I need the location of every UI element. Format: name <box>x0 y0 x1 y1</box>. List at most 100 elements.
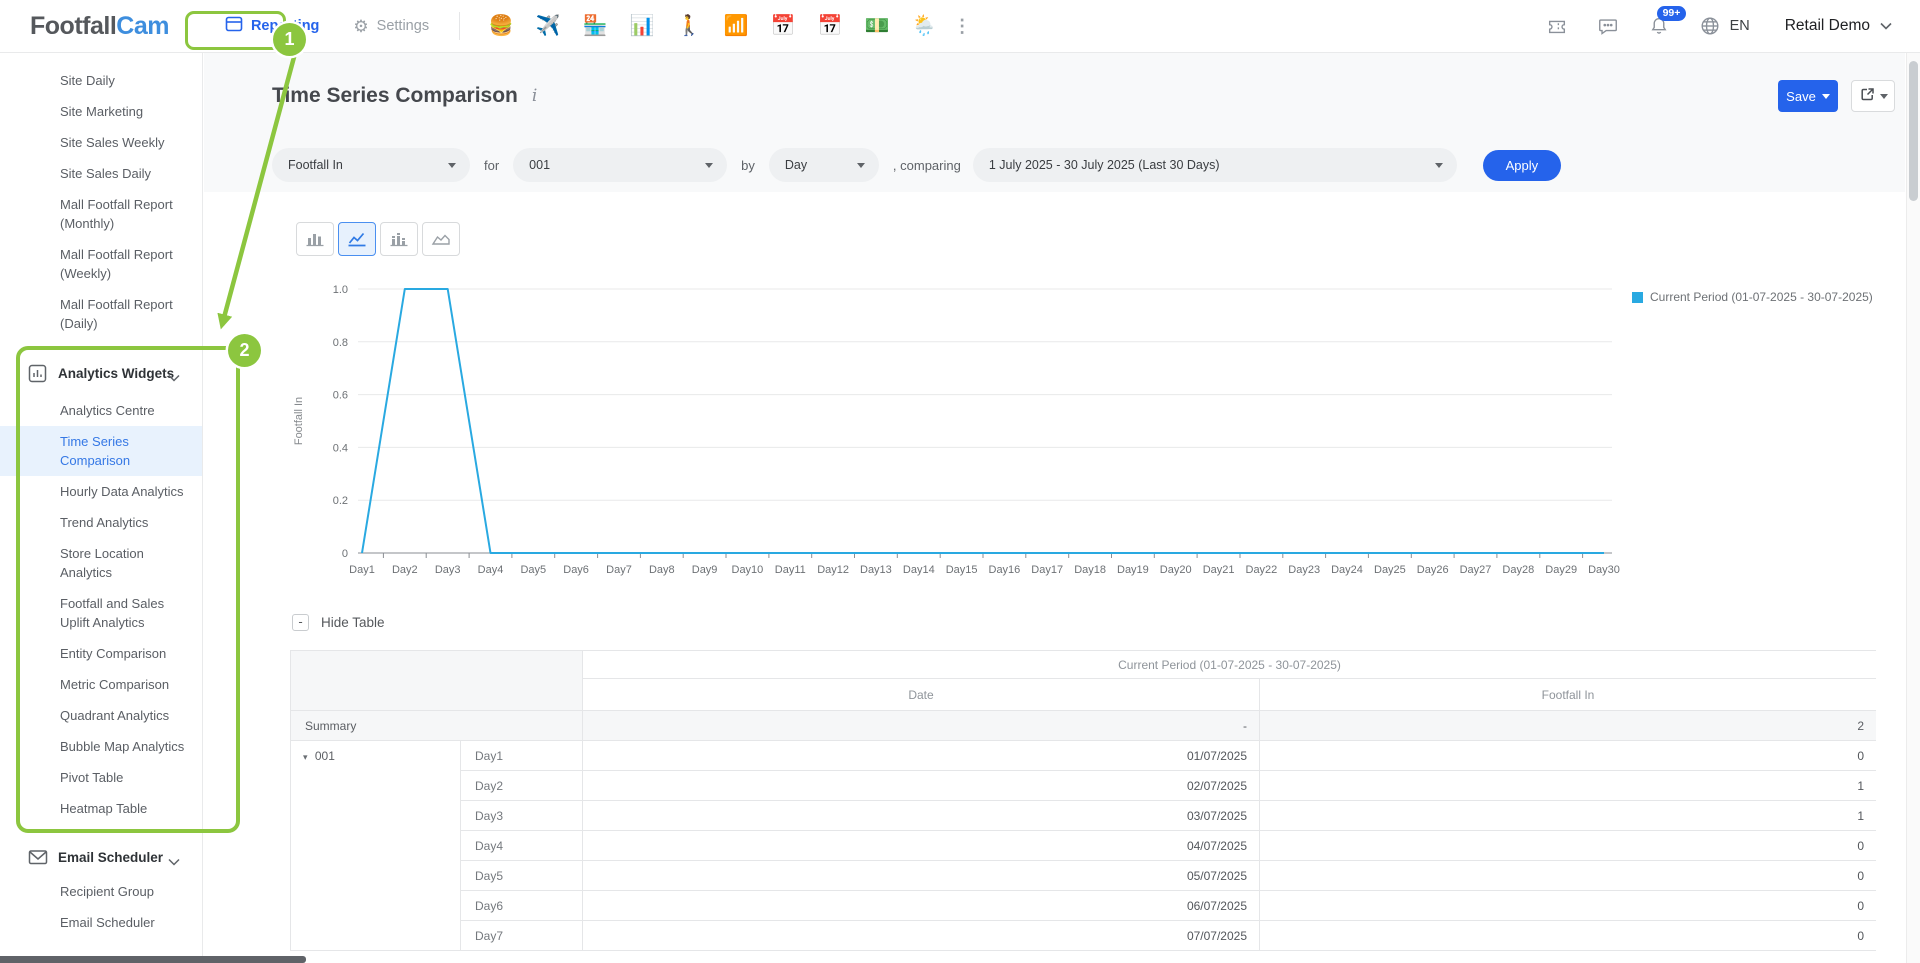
comparison-chart[interactable]: 00.20.40.60.81.0Day1Day2Day3Day4Day5Day6… <box>290 276 1630 582</box>
sidebar-item-bubble-map-analytics[interactable]: Bubble Map Analytics <box>0 731 202 762</box>
nav-reporting-label: Reporting <box>251 18 319 34</box>
sidebar-item-pivot-table[interactable]: Pivot Table <box>0 762 202 793</box>
svg-text:Day13: Day13 <box>860 564 892 576</box>
sidebar-item-heatmap-table[interactable]: Heatmap Table <box>0 793 202 824</box>
calendar-event-icon[interactable]: 📅 <box>764 9 802 43</box>
date-cell: 07/07/2025 <box>583 921 1260 951</box>
value-cell: 0 <box>1260 741 1877 771</box>
sidebar-report-list: Site DailySite MarketingSite Sales Weekl… <box>0 65 202 339</box>
sidebar-item-analytics-centre[interactable]: Analytics Centre <box>0 395 202 426</box>
svg-text:Day29: Day29 <box>1545 564 1577 576</box>
horizontal-scrollbar-thumb[interactable] <box>0 956 306 963</box>
sidebar-item-site-sales-daily[interactable]: Site Sales Daily <box>0 158 202 189</box>
metric-select[interactable]: Footfall In <box>272 148 470 182</box>
account-menu[interactable]: Retail Demo <box>1785 17 1892 35</box>
sidebar-section-analytics-widgets[interactable]: Analytics Widgets <box>0 356 202 390</box>
wifi-icon[interactable]: 📶 <box>717 9 755 43</box>
chat-icon[interactable] <box>1596 14 1620 38</box>
value-cell: 0 <box>1260 891 1877 921</box>
burger-icon[interactable]: 🍔 <box>482 9 520 43</box>
svg-text:Day19: Day19 <box>1117 564 1149 576</box>
vertical-scrollbar[interactable] <box>1906 53 1920 963</box>
bar-chart-toggle[interactable] <box>296 222 334 256</box>
sidebar-item-trend-analytics[interactable]: Trend Analytics <box>0 507 202 538</box>
flight-icon[interactable]: ✈️ <box>529 9 567 43</box>
svg-text:0.4: 0.4 <box>333 442 348 454</box>
day-cell: Day6 <box>461 891 583 921</box>
sidebar-item-hourly-data-analytics[interactable]: Hourly Data Analytics <box>0 476 202 507</box>
svg-text:1.0: 1.0 <box>333 284 348 296</box>
apply-button[interactable]: Apply <box>1483 150 1561 181</box>
sidebar-item-site-daily[interactable]: Site Daily <box>0 65 202 96</box>
svg-text:Day8: Day8 <box>649 564 675 576</box>
date-range-select[interactable]: 1 July 2025 - 30 July 2025 (Last 30 Days… <box>973 148 1457 182</box>
col-header-date[interactable]: Date <box>583 679 1260 711</box>
header-divider <box>459 12 460 40</box>
granularity-select[interactable]: Day <box>769 148 879 182</box>
hide-table-label: Hide Table <box>321 615 385 630</box>
sidebar-item-quadrant-analytics[interactable]: Quadrant Analytics <box>0 700 202 731</box>
save-button[interactable]: Save <box>1778 80 1838 112</box>
info-icon[interactable]: i <box>529 86 540 106</box>
sidebar-item-footfall-and-sales-uplift-analytics[interactable]: Footfall and Sales Uplift Analytics <box>0 588 202 638</box>
sidebar-item-mall-footfall-report-monthly[interactable]: Mall Footfall Report (Monthly) <box>0 189 202 239</box>
footfall-traffic-icon[interactable]: 🚶 <box>670 9 708 43</box>
nav-settings-label: Settings <box>377 18 429 34</box>
nav-tab-reporting[interactable]: Reporting <box>225 15 319 37</box>
sidebar-item-mall-footfall-report-daily[interactable]: Mall Footfall Report (Daily) <box>0 289 202 339</box>
svg-text:Day23: Day23 <box>1288 564 1320 576</box>
footfallcam-logo[interactable]: FootfallCam <box>30 12 169 41</box>
svg-text:Day7: Day7 <box>606 564 632 576</box>
sidebar-item-email-scheduler[interactable]: Email Scheduler <box>0 907 202 938</box>
svg-text:0.2: 0.2 <box>333 495 348 507</box>
save-caret-icon <box>1822 94 1830 103</box>
sales-sheet-icon[interactable]: 💵 <box>858 9 896 43</box>
sidebar-section-email-scheduler[interactable]: Email Scheduler <box>0 840 202 874</box>
more-menu-icon[interactable]: ⋮ <box>943 9 981 43</box>
svg-text:Day26: Day26 <box>1417 564 1449 576</box>
sidebar-item-metric-comparison[interactable]: Metric Comparison <box>0 669 202 700</box>
col-header-footfall-in[interactable]: Footfall In <box>1260 679 1877 711</box>
globe-icon <box>1698 14 1722 38</box>
sidebar-item-site-marketing[interactable]: Site Marketing <box>0 96 202 127</box>
language-selector[interactable]: EN <box>1698 14 1750 38</box>
nav-tab-settings[interactable]: ⚙ Settings <box>353 18 429 35</box>
weather-icon[interactable]: 🌦️ <box>905 9 943 43</box>
value-cell: 0 <box>1260 831 1877 861</box>
export-button[interactable] <box>1851 80 1895 112</box>
ticket-icon[interactable] <box>1545 14 1569 38</box>
entity-cell[interactable]: ▾ 001 <box>291 741 461 951</box>
calendar-holiday-icon[interactable]: 📅 <box>811 9 849 43</box>
sidebar-item-mall-footfall-report-weekly[interactable]: Mall Footfall Report (Weekly) <box>0 239 202 289</box>
sales-report-icon[interactable]: 📊 <box>623 9 661 43</box>
sidebar-item-store-location-analytics[interactable]: Store Location Analytics <box>0 538 202 588</box>
svg-text:Day25: Day25 <box>1374 564 1406 576</box>
sidebar-item-time-series-comparison[interactable]: Time Series Comparison <box>0 426 202 476</box>
chart-type-toggles <box>296 222 460 256</box>
legend-label: Current Period (01-07-2025 - 30-07-2025) <box>1650 290 1873 304</box>
comparison-table: Current Period (01-07-2025 - 30-07-2025)… <box>290 650 1876 951</box>
analytics-widgets-icon <box>28 364 47 388</box>
page-title: Time Series Comparison <box>272 84 518 108</box>
entity-select[interactable]: 001 <box>513 148 727 182</box>
quick-launch-icons: 🍔 ✈️ 🏪 📊 🚶 📶 📅 📅 💵 🌦️ <box>482 9 943 43</box>
collapse-minus-icon[interactable]: - <box>292 614 309 631</box>
collapse-triangle-icon[interactable]: ▾ <box>303 752 308 762</box>
save-button-label: Save <box>1786 89 1816 104</box>
vertical-scrollbar-thumb[interactable] <box>1909 61 1918 201</box>
chevron-down-icon <box>1880 17 1892 35</box>
notifications-bell-icon[interactable]: 99+ <box>1647 14 1671 38</box>
chart-legend[interactable]: Current Period (01-07-2025 - 30-07-2025) <box>1632 290 1873 304</box>
svg-text:0.6: 0.6 <box>333 390 348 402</box>
for-label: for <box>484 158 499 173</box>
date-range-value: 1 July 2025 - 30 July 2025 (Last 30 Days… <box>989 158 1220 172</box>
line-chart-toggle[interactable] <box>338 222 376 256</box>
store-icon[interactable]: 🏪 <box>576 9 614 43</box>
sidebar-item-site-sales-weekly[interactable]: Site Sales Weekly <box>0 127 202 158</box>
hide-table-toggle[interactable]: - Hide Table <box>292 614 385 631</box>
svg-text:Day20: Day20 <box>1160 564 1192 576</box>
sidebar-item-entity-comparison[interactable]: Entity Comparison <box>0 638 202 669</box>
stacked-bar-toggle[interactable] <box>380 222 418 256</box>
sidebar-item-recipient-group[interactable]: Recipient Group <box>0 876 202 907</box>
area-chart-toggle[interactable] <box>422 222 460 256</box>
